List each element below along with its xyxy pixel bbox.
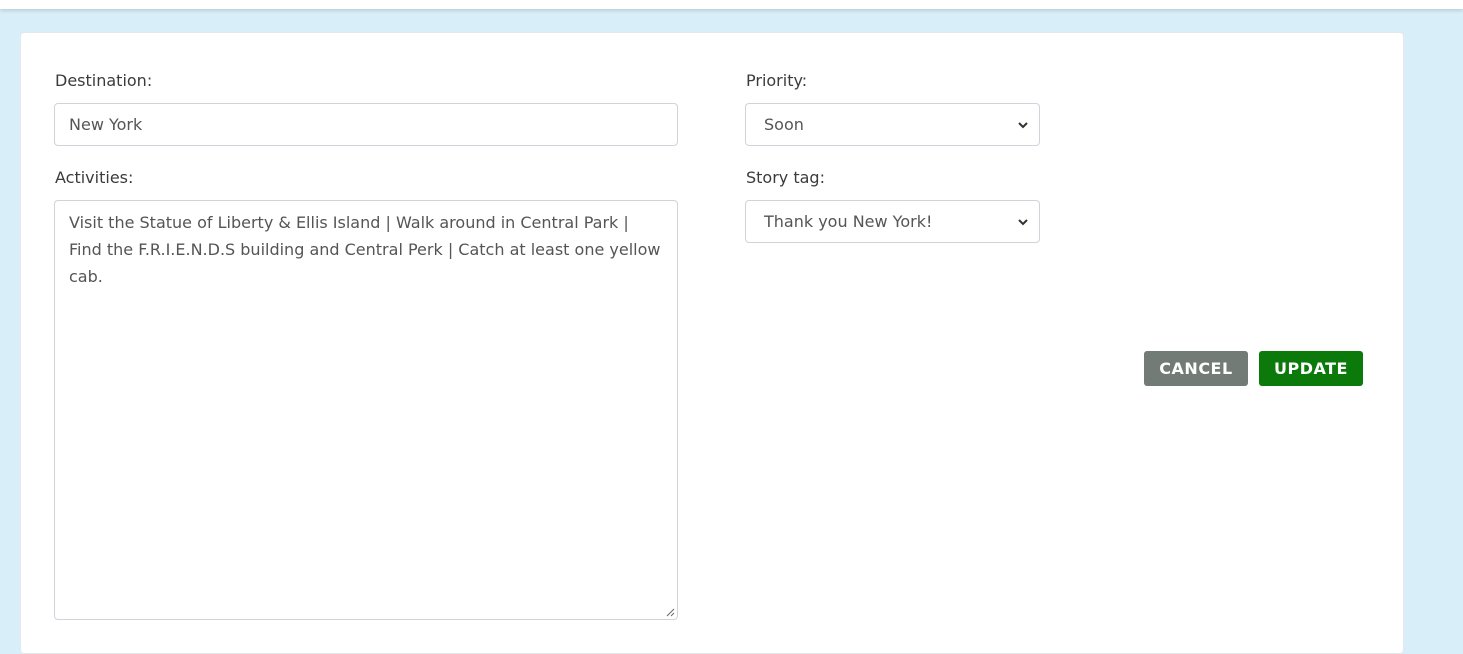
top-bar [0, 0, 1463, 9]
destination-input[interactable] [54, 103, 678, 146]
chevron-down-icon [1017, 216, 1029, 228]
priority-select[interactable]: Soon [745, 103, 1040, 146]
edit-destination-form: Destination: Activities: Visit the Statu… [20, 32, 1404, 654]
destination-label: Destination: [55, 71, 153, 90]
update-button[interactable]: UPDATE [1259, 351, 1363, 386]
story-tag-selected-value: Thank you New York! [764, 212, 933, 231]
chevron-down-icon [1017, 119, 1029, 131]
resize-handle-icon[interactable] [665, 607, 675, 617]
priority-selected-value: Soon [764, 115, 804, 134]
priority-label: Priority: [746, 71, 808, 90]
story-tag-label: Story tag: [746, 168, 825, 187]
story-tag-select[interactable]: Thank you New York! [745, 200, 1040, 243]
activities-label: Activities: [55, 168, 134, 187]
activities-textarea[interactable]: Visit the Statue of Liberty & Ellis Isla… [54, 200, 678, 620]
cancel-button[interactable]: CANCEL [1144, 351, 1248, 386]
